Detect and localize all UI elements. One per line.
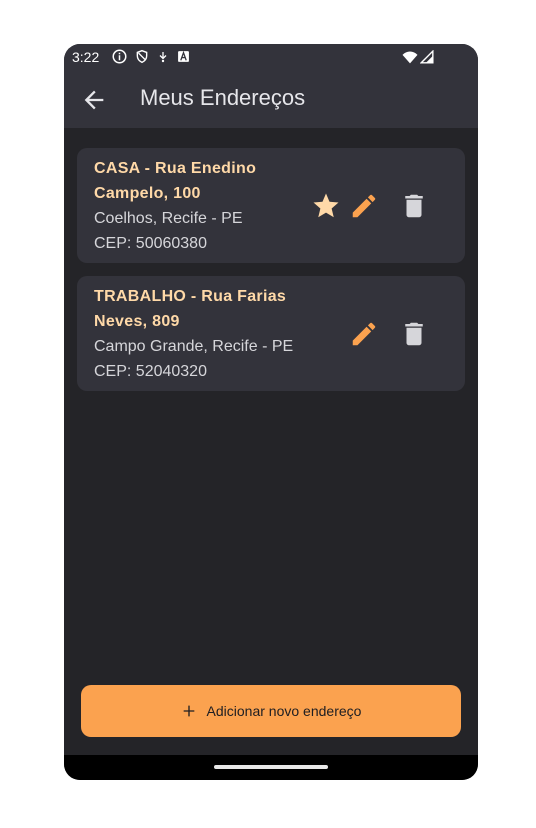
- address-neighborhood: Coelhos, Recife - PE: [94, 210, 243, 227]
- delete-address-button[interactable]: [399, 191, 429, 221]
- system-status-icons: [402, 50, 434, 64]
- star-icon: [313, 193, 339, 218]
- status-bar: 3:22: [64, 44, 478, 70]
- pencil-icon: [352, 322, 376, 346]
- delete-address-button[interactable]: [399, 319, 429, 349]
- edit-address-button[interactable]: [349, 319, 379, 349]
- page-title: Meus Endereços: [140, 85, 306, 110]
- trash-icon: [405, 194, 423, 218]
- status-time: 3:22: [72, 49, 100, 65]
- home-gesture-handle[interactable]: [214, 765, 328, 769]
- address-cep: CEP: 52040320: [94, 363, 207, 380]
- wifi-icon: [402, 50, 418, 63]
- arrow-left-icon: [84, 90, 104, 110]
- add-address-button[interactable]: Adicionar novo endereço: [81, 685, 461, 737]
- info-circle-icon: [112, 49, 127, 64]
- address-text: TRABALHO - Rua Farias Neves, 809 Campo G…: [94, 284, 309, 384]
- shield-icon: [136, 49, 148, 64]
- address-card-casa[interactable]: CASA - Rua Enedino Campelo, 100 Coelhos,…: [77, 148, 465, 263]
- plus-icon: [181, 703, 197, 719]
- trash-icon: [405, 322, 423, 346]
- address-title-line1: TRABALHO - Rua Farias: [94, 288, 287, 305]
- edit-address-button[interactable]: [349, 191, 379, 221]
- a-box-icon: [178, 50, 189, 62]
- address-title-line1: CASA - Rua Enedino: [94, 160, 257, 177]
- address-card-trabalho[interactable]: TRABALHO - Rua Farias Neves, 809 Campo G…: [77, 276, 465, 391]
- default-address-button[interactable]: [311, 191, 341, 221]
- status-notification-icons: [112, 49, 190, 64]
- pencil-icon: [352, 194, 376, 218]
- download-icon: [159, 51, 167, 62]
- address-neighborhood: Campo Grande, Recife - PE: [94, 338, 294, 355]
- address-title-line2: Campelo, 100: [94, 185, 201, 202]
- system-navigation-bar: [64, 755, 478, 780]
- address-cep: CEP: 50060380: [94, 235, 207, 252]
- phone-screen: 3:22 Meus Endereços CASA - Rua Enedino C…: [64, 44, 478, 780]
- address-text: CASA - Rua Enedino Campelo, 100 Coelhos,…: [94, 156, 309, 256]
- address-title-line2: Neves, 809: [94, 313, 180, 330]
- add-address-label: Adicionar novo endereço: [206, 703, 362, 719]
- cell-signal-icon: [420, 50, 434, 64]
- back-button[interactable]: [80, 86, 108, 114]
- app-bar: Meus Endereços: [64, 70, 478, 128]
